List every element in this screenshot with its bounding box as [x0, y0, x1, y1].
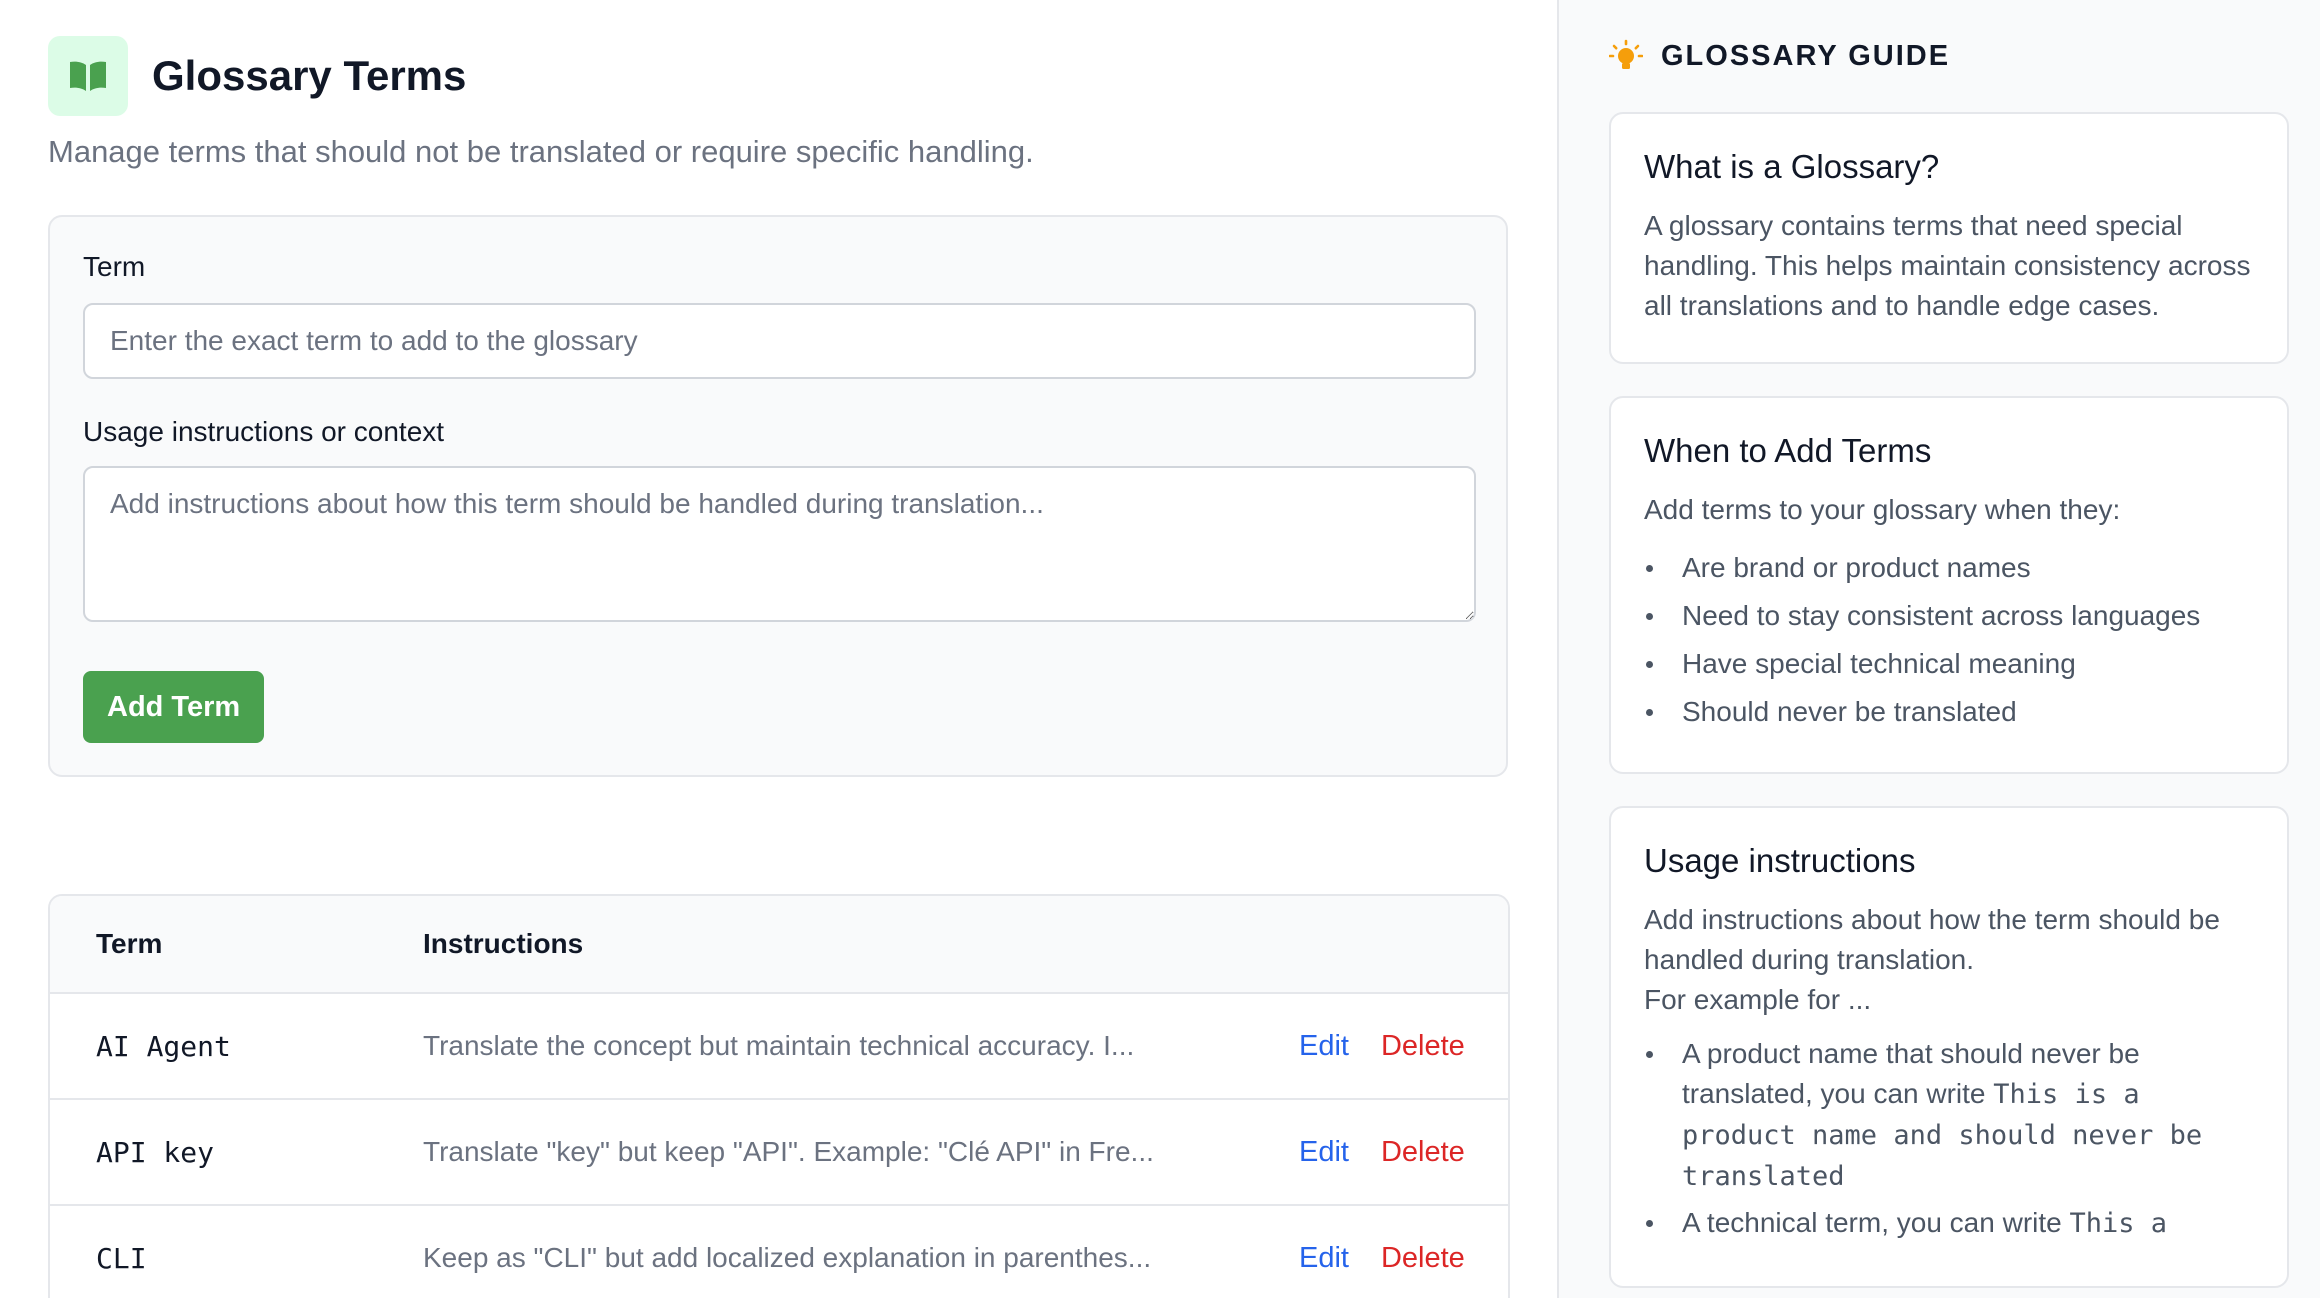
list-item: Have special technical meaning: [1644, 640, 2254, 688]
table-row: AI Agent Translate the concept but maint…: [50, 994, 1508, 1100]
delete-link[interactable]: Delete: [1381, 1136, 1465, 1169]
instructions-cell: Translate the concept but maintain techn…: [423, 1030, 1135, 1061]
guide-card-usage-instructions: Usage instructions Add instructions abou…: [1609, 806, 2289, 1288]
row-actions: Edit Delete: [1299, 1242, 1465, 1275]
guide-header: GLOSSARY GUIDE: [1609, 36, 2287, 76]
instructions-textarea[interactable]: [83, 466, 1476, 622]
page-subtitle: Manage terms that should not be translat…: [48, 134, 1034, 169]
table-row: API key Translate "key" but keep "API". …: [50, 1100, 1508, 1206]
example-text: A technical term, you can write: [1682, 1207, 2070, 1238]
instructions-cell: Translate "key" but keep "API". Example:…: [423, 1136, 1154, 1167]
instructions-cell: Keep as "CLI" but add localized explanat…: [423, 1242, 1152, 1273]
glossary-guide-sidebar: GLOSSARY GUIDE What is a Glossary? A glo…: [1557, 0, 2320, 1298]
card-title: When to Add Terms: [1644, 432, 1932, 469]
page-title: Glossary Terms: [152, 52, 467, 99]
example-code: This a: [2069, 1208, 2168, 1239]
list-item: Should never be translated: [1644, 688, 2254, 736]
card-text-line: Add instructions about how the term shou…: [1644, 904, 2220, 975]
bullet-list: Are brand or product names Need to stay …: [1644, 544, 2254, 736]
list-item: A technical term, you can write This a: [1644, 1203, 2254, 1244]
guide-cards: What is a Glossary? A glossary contains …: [1609, 112, 2289, 1288]
guide-card-what-is: What is a Glossary? A glossary contains …: [1609, 112, 2289, 364]
guide-title: GLOSSARY GUIDE: [1661, 39, 1951, 72]
card-text: Add instructions about how the term shou…: [1644, 900, 2254, 1020]
delete-link[interactable]: Delete: [1381, 1030, 1465, 1063]
row-actions: Edit Delete: [1299, 1030, 1465, 1063]
list-item: Need to stay consistent across languages: [1644, 592, 2254, 640]
page-header: Glossary Terms: [48, 36, 1509, 116]
edit-link[interactable]: Edit: [1299, 1136, 1349, 1169]
card-text: Add terms to your glossary when they:: [1644, 494, 2121, 525]
term-cell: CLI: [96, 1241, 147, 1275]
card-text-line: For example for ...: [1644, 984, 1872, 1015]
card-title: Usage instructions: [1644, 842, 1916, 879]
lightbulb-icon: [1609, 39, 1643, 69]
edit-link[interactable]: Edit: [1299, 1242, 1349, 1275]
list-item: A product name that should never be tran…: [1644, 1034, 2254, 1197]
open-book-icon: [70, 61, 106, 91]
list-item: Are brand or product names: [1644, 544, 2254, 592]
add-term-button[interactable]: Add Term: [83, 671, 265, 743]
term-label: Term: [83, 251, 146, 282]
delete-link[interactable]: Delete: [1381, 1242, 1465, 1275]
table-header: Term Instructions: [50, 896, 1508, 994]
column-header-term: Term: [96, 928, 163, 959]
column-header-instructions: Instructions: [423, 928, 584, 959]
table-row: CLI Keep as "CLI" but add localized expl…: [50, 1206, 1508, 1298]
term-input[interactable]: [83, 303, 1476, 379]
main-panel: Glossary Terms Manage terms that should …: [0, 0, 1557, 1298]
logo: [48, 36, 128, 116]
row-actions: Edit Delete: [1299, 1136, 1465, 1169]
card-title: What is a Glossary?: [1644, 148, 1940, 185]
glossary-table: Term Instructions AI Agent Translate the…: [48, 894, 1510, 1298]
instructions-label: Usage instructions or context: [83, 416, 445, 447]
term-cell: AI Agent: [96, 1029, 231, 1063]
card-text: A glossary contains terms that need spec…: [1644, 210, 2251, 321]
add-term-form: Term Usage instructions or context Add T…: [48, 215, 1508, 777]
example-list: A product name that should never be tran…: [1644, 1034, 2254, 1244]
page: Glossary Terms Manage terms that should …: [0, 0, 2320, 1298]
term-cell: API key: [96, 1135, 215, 1169]
edit-link[interactable]: Edit: [1299, 1030, 1349, 1063]
guide-card-when-to-add: When to Add Terms Add terms to your glos…: [1609, 396, 2289, 774]
